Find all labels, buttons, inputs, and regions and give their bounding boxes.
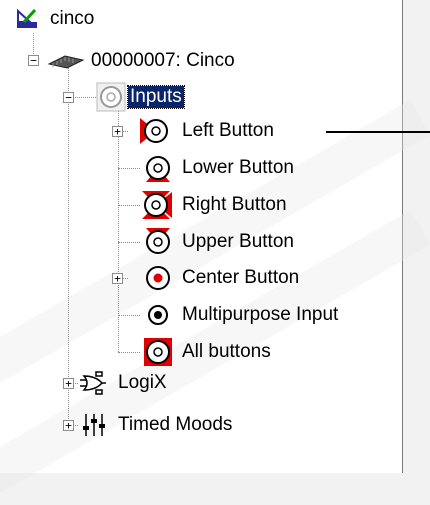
tree-node-cinco[interactable]: cinco [16, 4, 96, 34]
expand-toggle[interactable]: + [63, 378, 74, 389]
chip-icon [47, 55, 85, 69]
expand-toggle[interactable]: + [63, 420, 74, 431]
logic-gate-icon [80, 371, 106, 395]
left-button-icon [140, 118, 168, 144]
tree-node-label: 00000007: Cinco [91, 50, 235, 71]
tree-node-lower-button[interactable]: Lower Button [142, 153, 296, 183]
tree-node-left-button[interactable]: Left Button [138, 116, 276, 146]
tree-node-logix[interactable]: LogiX [80, 368, 169, 398]
tree-node-upper-button[interactable]: Upper Button [142, 227, 296, 257]
expand-toggle[interactable]: + [112, 126, 123, 137]
tree-node-inputs[interactable]: Inputs [96, 82, 185, 112]
tree-node-label: All buttons [182, 341, 271, 362]
right-button-icon [142, 191, 172, 219]
tree-node-right-button[interactable]: Right Button [138, 190, 289, 220]
tree-node-timed-moods[interactable]: Timed Moods [80, 410, 234, 440]
all-buttons-icon [144, 338, 172, 366]
collapse-toggle[interactable]: − [63, 92, 74, 103]
tree-line [118, 242, 140, 243]
mixer-sliders-icon [83, 414, 105, 436]
collapse-toggle[interactable]: − [28, 55, 39, 66]
callout-line [326, 131, 430, 133]
tree-node-center-button[interactable]: Center Button [142, 263, 301, 293]
lower-button-icon [146, 156, 170, 182]
tree-node-label: Timed Moods [118, 414, 233, 435]
tree-node-label: Center Button [182, 267, 300, 288]
upper-button-icon [146, 228, 170, 254]
tree-line [118, 205, 140, 206]
tree-node-label: cinco [50, 8, 95, 29]
tree-line [118, 352, 140, 353]
tree-node-label: Inputs [127, 85, 185, 109]
tree-line [118, 168, 140, 169]
expand-toggle[interactable]: + [112, 273, 123, 284]
tree-node-device[interactable]: 00000007: Cinco [47, 46, 237, 76]
tree-node-all-buttons[interactable]: All buttons [142, 337, 273, 367]
inputs-icon [96, 82, 126, 112]
pencil-ruler-icon [17, 8, 37, 28]
tree-node-label: Lower Button [182, 157, 294, 178]
tree-node-label: LogiX [118, 372, 167, 393]
tree-node-label: Right Button [182, 194, 287, 215]
tree-line [118, 315, 140, 316]
center-button-icon [146, 266, 170, 290]
tree-node-label: Upper Button [182, 231, 294, 252]
tree-node-label: Left Button [182, 120, 274, 141]
multipurpose-input-icon [148, 305, 168, 325]
tree-node-multipurpose-input[interactable]: Multipurpose Input [142, 300, 340, 330]
tree-view[interactable]: cinco − 00000007: Cinco − Inputs + Left … [0, 0, 430, 505]
tree-node-label: Multipurpose Input [182, 304, 339, 325]
